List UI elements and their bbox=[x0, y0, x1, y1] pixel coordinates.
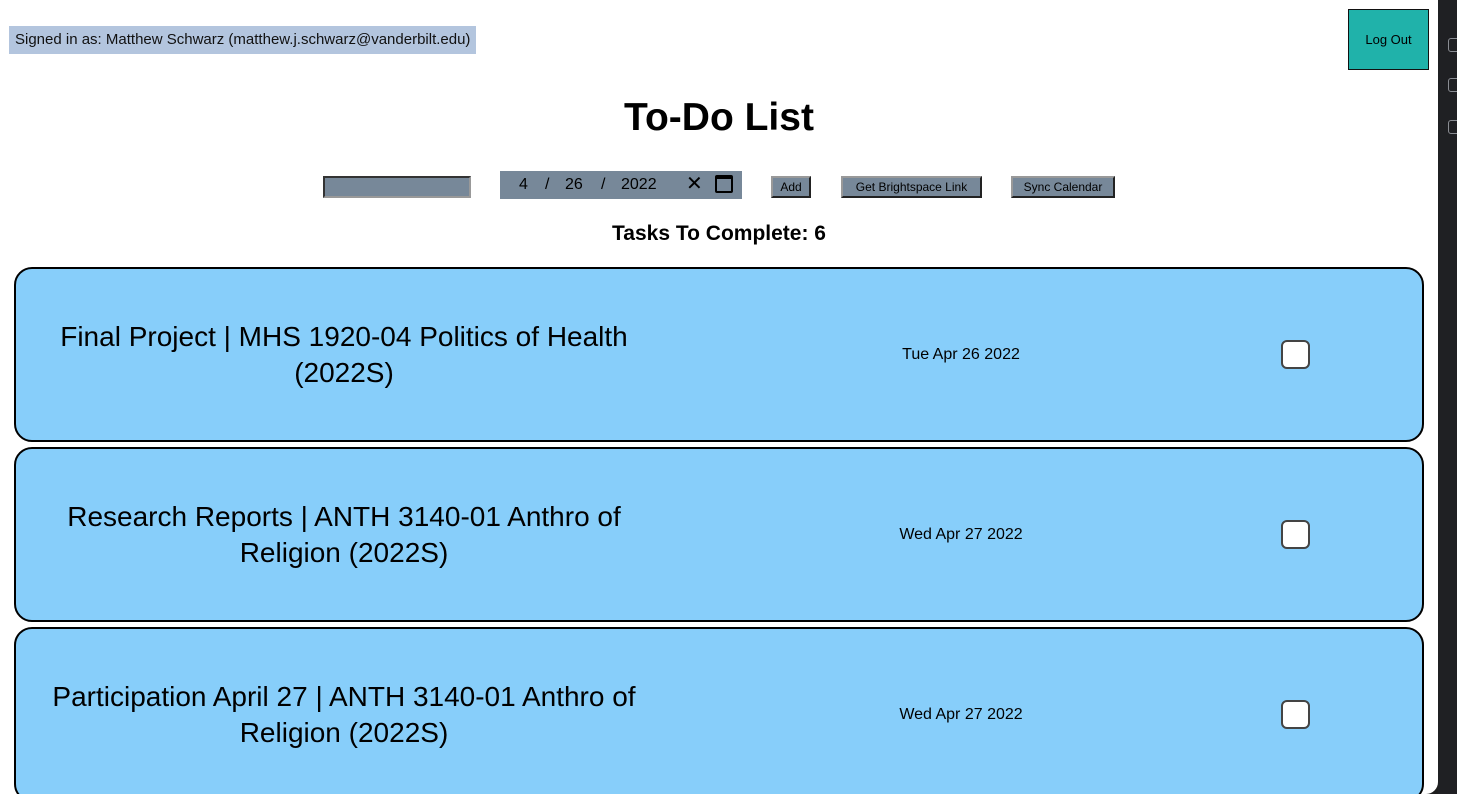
date-month[interactable]: 4 bbox=[519, 176, 528, 194]
date-separator: / bbox=[601, 176, 606, 193]
logout-button[interactable]: Log Out bbox=[1348, 9, 1429, 70]
extensions-icon bbox=[1448, 120, 1457, 134]
sync-calendar-button[interactable]: Sync Calendar bbox=[1011, 176, 1115, 198]
task-due-date: Wed Apr 27 2022 bbox=[899, 525, 1023, 543]
task-list: Final Project | MHS 1920-04 Politics of … bbox=[14, 267, 1424, 794]
add-button[interactable]: Add bbox=[771, 176, 811, 198]
task-name-input[interactable] bbox=[323, 176, 471, 198]
due-date-input[interactable]: 4 / 26 / 2022 bbox=[500, 171, 742, 199]
date-year[interactable]: 2022 bbox=[621, 176, 657, 194]
task-card: Research Reports | ANTH 3140-01 Anthro o… bbox=[14, 447, 1424, 622]
date-separator: / bbox=[545, 176, 550, 193]
task-due-date: Tue Apr 26 2022 bbox=[902, 345, 1020, 363]
todo-page: Signed in as: Matthew Schwarz (matthew.j… bbox=[0, 0, 1438, 794]
task-card: Participation April 27 | ANTH 3140-01 An… bbox=[14, 627, 1424, 794]
source-control-icon bbox=[1448, 38, 1457, 52]
task-card: Final Project | MHS 1920-04 Politics of … bbox=[14, 267, 1424, 442]
debug-icon bbox=[1448, 78, 1457, 92]
task-title: Final Project | MHS 1920-04 Politics of … bbox=[60, 320, 628, 388]
task-due-date: Wed Apr 27 2022 bbox=[899, 705, 1023, 723]
calendar-icon[interactable] bbox=[715, 175, 733, 193]
task-title: Participation April 27 | ANTH 3140-01 An… bbox=[52, 680, 636, 748]
task-complete-checkbox[interactable] bbox=[1281, 520, 1310, 549]
task-complete-checkbox[interactable] bbox=[1281, 700, 1310, 729]
page-title: To-Do List bbox=[624, 96, 814, 139]
get-brightspace-link-button[interactable]: Get Brightspace Link bbox=[841, 176, 982, 198]
signed-in-label: Signed in as: Matthew Schwarz (matthew.j… bbox=[9, 26, 477, 54]
task-complete-checkbox[interactable] bbox=[1281, 340, 1310, 369]
clear-date-icon[interactable]: ✕ bbox=[686, 174, 703, 194]
tasks-to-complete-count: Tasks To Complete: 6 bbox=[612, 222, 826, 245]
task-title: Research Reports | ANTH 3140-01 Anthro o… bbox=[67, 500, 621, 568]
date-day[interactable]: 26 bbox=[565, 176, 583, 194]
